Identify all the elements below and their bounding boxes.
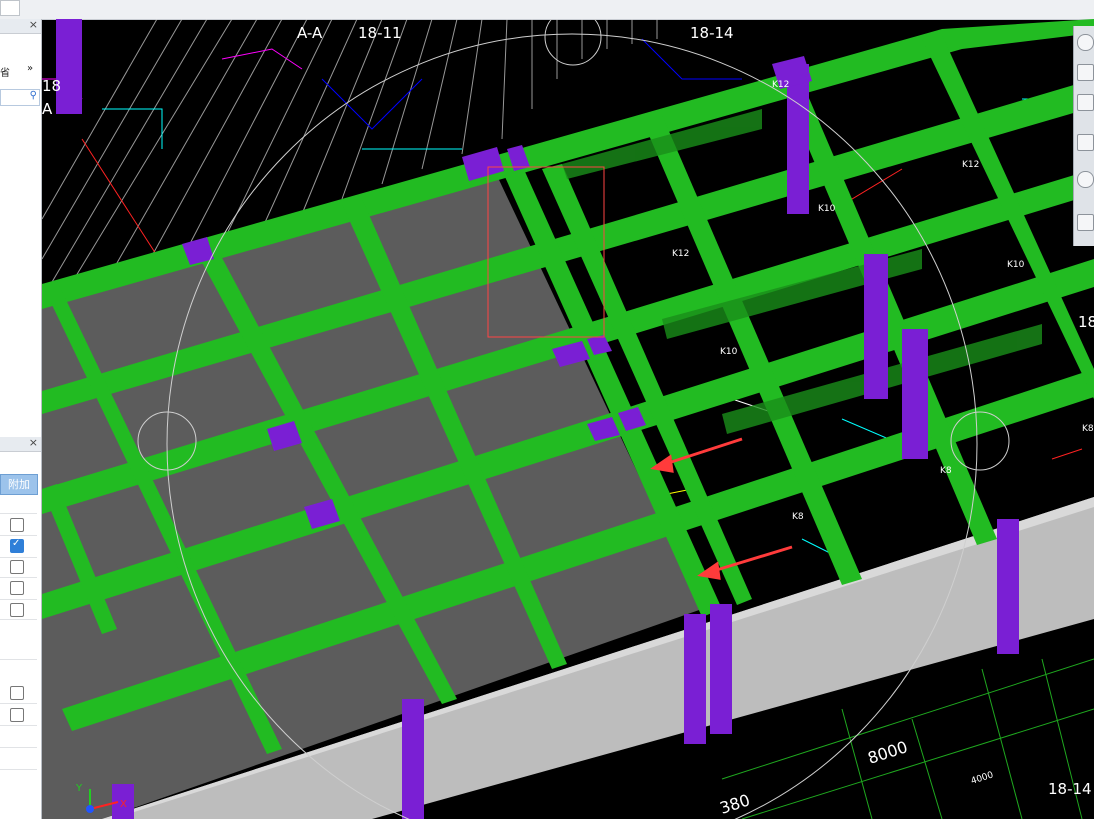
checkbox-5[interactable] <box>10 603 24 617</box>
beam-tag: K12 <box>672 249 689 259</box>
grid-label: 18 <box>42 77 61 95</box>
section-label: A-A <box>297 24 323 42</box>
search-input[interactable]: ⚲ <box>0 89 40 106</box>
beam-tag: K10 <box>720 347 738 357</box>
beam-tag: K10 <box>818 204 836 214</box>
beam-tag: K10 <box>1007 260 1025 270</box>
beam-tag: K8 <box>940 466 952 476</box>
beam-tag: K12 <box>772 80 789 90</box>
grid-label: 18- <box>1078 313 1094 331</box>
view-toolbar <box>1073 26 1094 246</box>
panel-label: 省 <box>0 68 10 79</box>
orbit-icon[interactable] <box>1077 34 1094 51</box>
checkbox-6[interactable] <box>10 686 24 700</box>
axis-label: 18-11 <box>358 24 402 42</box>
3d-viewport[interactable]: K12 K12 K10 K10 K8 K8 K8 K10 K12 A-A 18-… <box>42 19 1094 819</box>
axis-label: 18-14 <box>690 24 734 42</box>
layer-icon[interactable] <box>1077 214 1094 231</box>
more-icon[interactable]: » <box>27 63 33 74</box>
grid-label: A <box>42 100 53 118</box>
model-canvas[interactable]: K12 K12 K10 K10 K8 K8 K8 K10 K12 A-A 18-… <box>42 19 1094 819</box>
checkbox-7[interactable] <box>10 708 24 722</box>
beam-tag: K8 <box>792 512 804 522</box>
axis-y-label: Y <box>75 783 83 794</box>
close-icon[interactable]: × <box>29 19 38 31</box>
panel-header-top: × <box>0 19 41 34</box>
panel-header-lower: × <box>0 436 41 452</box>
left-panel: × 省 » ⚲ × 附加 <box>0 19 42 819</box>
dimension-label: 4000 <box>970 770 995 787</box>
axis-label: 18-14 <box>1048 780 1092 798</box>
beam-tag: K8 <box>1082 424 1094 434</box>
window-tab[interactable] <box>0 0 20 16</box>
close-icon[interactable]: × <box>29 436 38 449</box>
beam-tag: K12 <box>962 160 979 170</box>
checkbox-1[interactable] <box>10 518 24 532</box>
checkbox-3[interactable] <box>10 560 24 574</box>
rotate-icon[interactable] <box>1077 171 1094 188</box>
zoom-icon[interactable] <box>1077 64 1094 81</box>
view-front-icon[interactable] <box>1077 134 1094 151</box>
checkbox-4[interactable] <box>10 581 24 595</box>
add-button[interactable]: 附加 <box>0 474 38 495</box>
search-icon[interactable]: ⚲ <box>30 90 37 101</box>
dimension-label: 8000 <box>865 737 910 768</box>
title-bar <box>0 0 1094 20</box>
view-box-icon[interactable] <box>1077 94 1094 111</box>
checkbox-2[interactable] <box>10 538 24 553</box>
axis-x-label: X <box>120 799 127 810</box>
